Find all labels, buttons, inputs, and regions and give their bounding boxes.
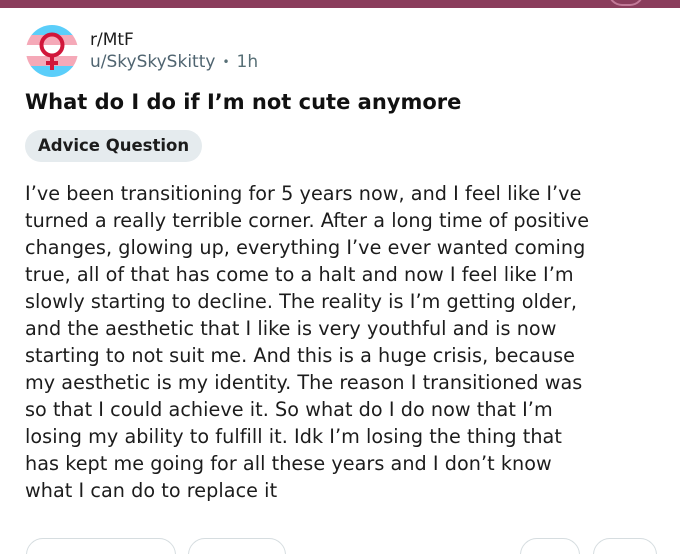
- top-icon-edge: [608, 0, 644, 6]
- author-username[interactable]: u/SkySkySkitty: [90, 51, 215, 73]
- award-button[interactable]: [520, 538, 580, 554]
- post-flair[interactable]: Advice Question: [25, 130, 203, 162]
- top-app-bar-edge: [0, 0, 680, 8]
- reddit-post-screenshot: r/MtF u/SkySkySkitty • 1h What do I do i…: [0, 0, 680, 554]
- subreddit-avatar[interactable]: [26, 25, 78, 77]
- post-title[interactable]: What do I do if I’m not cute anymore: [25, 87, 461, 117]
- share-button[interactable]: [593, 538, 657, 554]
- meta-separator: •: [222, 55, 230, 69]
- post-header: r/MtF u/SkySkySkitty • 1h: [26, 24, 258, 78]
- post-byline: u/SkySkySkitty • 1h: [90, 51, 258, 73]
- post-actions-bar: [0, 538, 680, 554]
- trans-flag-female-symbol-icon: [26, 25, 78, 77]
- post-body: I’ve been transitioning for 5 years now,…: [25, 182, 590, 502]
- post-meta: r/MtF u/SkySkySkitty • 1h: [90, 29, 258, 73]
- subreddit-name[interactable]: r/MtF: [90, 29, 258, 51]
- comments-button[interactable]: [188, 538, 286, 554]
- post-time: 1h: [236, 52, 259, 72]
- vote-button-group[interactable]: [26, 538, 176, 554]
